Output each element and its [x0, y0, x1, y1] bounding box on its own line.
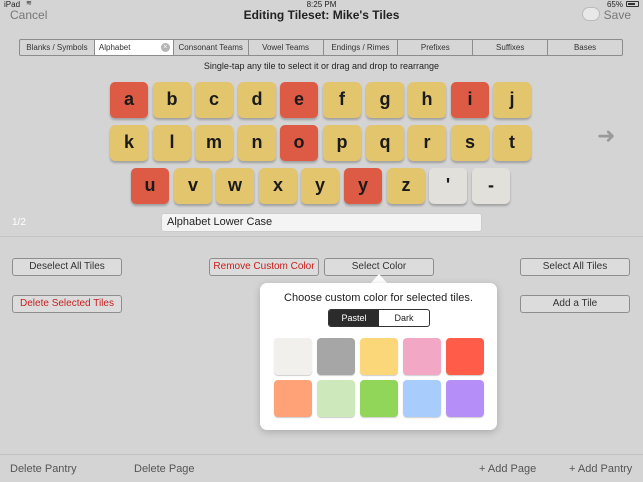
tileset-name-field[interactable]: Alphabet Lower Case	[161, 213, 482, 232]
letter-tile[interactable]: -	[472, 168, 510, 204]
letter-tile[interactable]: '	[429, 168, 467, 204]
letter-tile[interactable]: l	[153, 125, 191, 161]
letter-tile[interactable]: g	[366, 82, 404, 118]
letter-tile[interactable]: a	[110, 82, 148, 118]
delete-selected-tiles-button[interactable]: Delete Selected Tiles	[12, 295, 122, 313]
tab-vowel-teams[interactable]: Vowel Teams	[247, 40, 323, 55]
color-swatch[interactable]	[317, 380, 355, 417]
color-swatch[interactable]	[317, 338, 355, 375]
divider	[0, 236, 643, 237]
add-tile-button[interactable]: Add a Tile	[520, 295, 630, 313]
segment-pastel[interactable]: Pastel	[329, 310, 379, 326]
color-swatch[interactable]	[360, 380, 398, 417]
tab-prefixes[interactable]: Prefixes	[397, 40, 472, 55]
letter-tile[interactable]: n	[238, 125, 276, 161]
tab-suffixes[interactable]: Suffixes	[472, 40, 547, 55]
letter-tile[interactable]: q	[366, 125, 404, 161]
select-all-tiles-button[interactable]: Select All Tiles	[520, 258, 630, 276]
palette-segmented-control: Pastel Dark	[328, 309, 430, 327]
tab-label: Blanks / Symbols	[26, 43, 88, 52]
color-picker-popover: Choose custom color for selected tiles. …	[260, 283, 497, 430]
letter-tile[interactable]: f	[323, 82, 361, 118]
tab-label: Consonant Teams	[178, 43, 243, 52]
next-page-arrow-icon[interactable]: ➜	[597, 123, 615, 149]
clear-icon[interactable]: ×	[160, 43, 170, 52]
letter-tile[interactable]: c	[195, 82, 233, 118]
color-swatch[interactable]	[446, 338, 484, 375]
letter-tile[interactable]: b	[153, 82, 191, 118]
letter-tile[interactable]: m	[195, 125, 233, 161]
tab-consonant-teams[interactable]: Consonant Teams	[172, 40, 248, 55]
add-pantry-button[interactable]: + Add Pantry	[569, 463, 632, 475]
tab-label: Endings / Rimes	[331, 43, 390, 52]
color-swatch[interactable]	[446, 380, 484, 417]
nav-bar: Cancel Editing Tileset: Mike's Tiles Sav…	[0, 0, 643, 28]
letter-tile[interactable]: k	[110, 125, 148, 161]
letter-tile[interactable]: p	[323, 125, 361, 161]
tab-blanks-symbols[interactable]: Blanks / Symbols	[20, 40, 94, 55]
tab-bases[interactable]: Bases	[547, 40, 622, 55]
segment-dark[interactable]: Dark	[379, 310, 429, 326]
letter-tile[interactable]: w	[216, 168, 254, 204]
letter-tile[interactable]: j	[493, 82, 531, 118]
letter-tile[interactable]: y	[344, 168, 382, 204]
letter-tile[interactable]: v	[174, 168, 212, 204]
letter-tile[interactable]: u	[131, 168, 169, 204]
tab-label: Alphabet	[98, 43, 131, 52]
letter-tile[interactable]: d	[238, 82, 276, 118]
instructions-text: Single-tap any tile to select it or drag…	[203, 61, 440, 71]
color-swatch[interactable]	[274, 338, 312, 375]
bottom-toolbar: Delete Pantry Delete Page + Add Page + A…	[0, 454, 643, 482]
save-button[interactable]: Save	[604, 8, 631, 22]
letter-tile[interactable]: o	[280, 125, 318, 161]
tab-label: Bases	[573, 43, 597, 52]
letter-tile[interactable]: s	[451, 125, 489, 161]
color-swatch[interactable]	[274, 380, 312, 417]
letter-tile[interactable]: z	[387, 168, 425, 204]
tab-alphabet[interactable]: Alphabet ×	[93, 40, 173, 55]
letter-tile[interactable]: e	[280, 82, 318, 118]
toggle-switch[interactable]	[582, 7, 600, 21]
color-swatch[interactable]	[403, 380, 441, 417]
remove-custom-color-button[interactable]: Remove Custom Color	[209, 258, 319, 276]
tab-label: Prefixes	[420, 43, 450, 52]
add-page-button[interactable]: + Add Page	[479, 463, 536, 475]
delete-pantry-button[interactable]: Delete Pantry	[10, 463, 77, 475]
page-indicator: 1/2	[12, 217, 26, 228]
tab-label: Vowel Teams	[262, 43, 310, 52]
tab-label: Suffixes	[496, 43, 525, 52]
page-title: Editing Tileset: Mike's Tiles	[243, 8, 400, 22]
letter-tile[interactable]: x	[259, 168, 297, 204]
color-swatch[interactable]	[360, 338, 398, 375]
tab-endings-rimes[interactable]: Endings / Rimes	[322, 40, 398, 55]
letter-tile[interactable]: h	[408, 82, 446, 118]
delete-page-button[interactable]: Delete Page	[134, 463, 195, 475]
letter-tile[interactable]: i	[451, 82, 489, 118]
popover-title: Choose custom color for selected tiles.	[284, 292, 473, 304]
letter-tile[interactable]: y	[301, 168, 339, 204]
category-tabs: Blanks / Symbols Alphabet × Consonant Teams…	[19, 39, 623, 56]
letter-tile[interactable]: r	[408, 125, 446, 161]
deselect-all-tiles-button[interactable]: Deselect All Tiles	[12, 258, 122, 276]
letter-tile[interactable]: t	[493, 125, 531, 161]
color-swatch[interactable]	[403, 338, 441, 375]
